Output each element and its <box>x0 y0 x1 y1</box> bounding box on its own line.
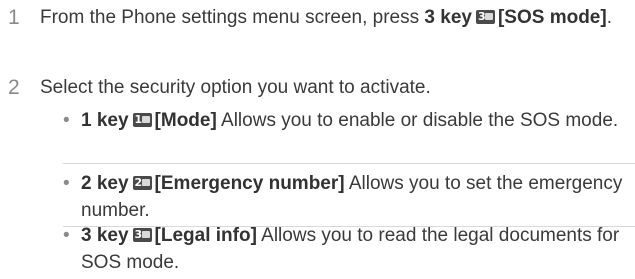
option-description: Allows you to enable or disable the SOS … <box>216 110 619 131</box>
bullet-icon: • <box>63 225 70 246</box>
option-title: [Legal info] <box>154 225 257 246</box>
instruction-document: 1 From the Phone settings menu screen, p… <box>0 0 635 279</box>
key-name: 1 key <box>81 110 129 131</box>
step-text: From the Phone settings menu screen, pre… <box>40 7 612 28</box>
keypad-3-icon: 3 <box>475 10 495 24</box>
keypad-3-icon: 3 <box>132 228 152 242</box>
keypad-1-icon: 1 <box>132 113 152 127</box>
step-number: 1 <box>8 6 20 29</box>
bullet-icon: • <box>63 110 70 131</box>
key-name: 2 key <box>81 173 129 194</box>
step-text-intro: From the Phone settings menu screen, pre… <box>40 7 425 28</box>
step-number: 2 <box>8 76 20 99</box>
option-title: [Mode] <box>154 110 217 131</box>
key-name: 3 key <box>81 225 129 246</box>
divider <box>63 163 635 164</box>
option-text: 2 key 2 [Emergency number] Allows you to s… <box>81 170 626 224</box>
option-text: 3 key 3 [Legal info] Allows you to read th… <box>81 222 626 276</box>
bullet-icon: • <box>63 173 70 194</box>
option-title: [Emergency number] <box>154 173 345 194</box>
keypad-2-icon: 2 <box>132 176 152 190</box>
step-text: Select the security option you want to a… <box>40 77 431 98</box>
option-text: 1 key 1 [Mode] Allows you to enable or dis… <box>81 107 626 134</box>
key-name: 3 key <box>424 7 472 28</box>
menu-option-name: [SOS mode] <box>497 7 607 28</box>
